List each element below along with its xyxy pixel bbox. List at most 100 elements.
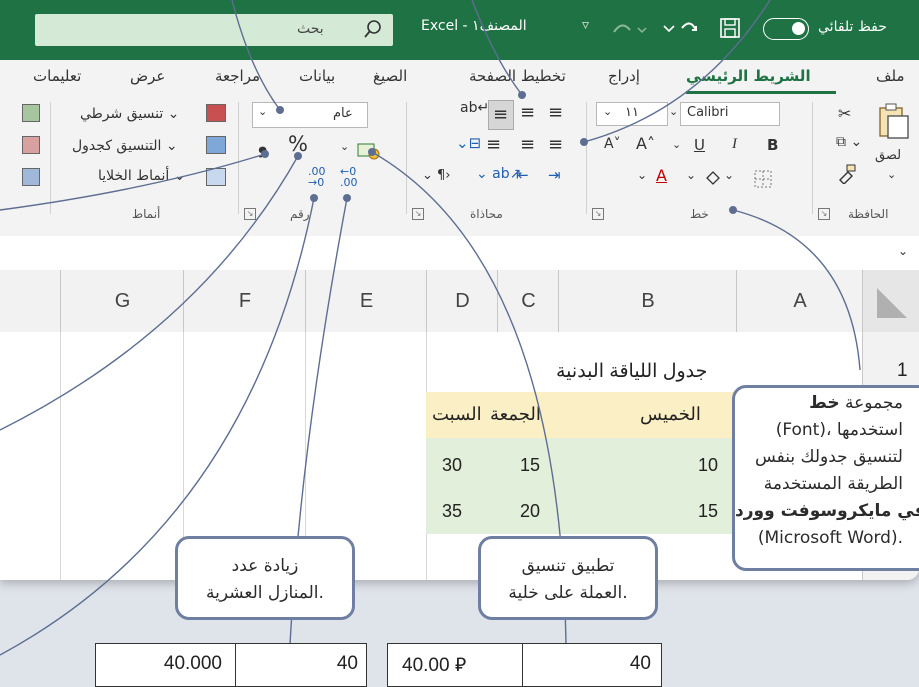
tab-help[interactable]: تعليمات (33, 67, 81, 85)
search-placeholder: بحث (297, 21, 324, 37)
chevron-down-icon[interactable]: ⌄ (724, 168, 734, 182)
save-icon[interactable] (718, 16, 742, 40)
column-header-f[interactable]: F (183, 270, 306, 332)
center-icon[interactable]: ≡ (520, 134, 535, 155)
callout-line: في مايكروسوفت وورد (735, 501, 919, 521)
format-painter-icon[interactable] (836, 162, 858, 184)
chevron-down-icon[interactable]: ⌄ (637, 168, 647, 182)
header-friday[interactable]: الجمعة (490, 404, 541, 425)
format-as-table-button[interactable]: التنسيق كجدول ⌄ (72, 138, 178, 154)
autosave-toggle[interactable] (763, 18, 809, 40)
paste-dropdown-icon[interactable]: ⌄ (887, 168, 896, 181)
tab-page-layout[interactable]: تخطيط الصفحة (469, 67, 566, 85)
font-launcher-icon[interactable]: ↘ (592, 208, 604, 220)
expand-formula-bar-icon[interactable]: ⌄ (898, 244, 908, 258)
merge-center-icon[interactable]: ⌄⊟ (456, 134, 481, 152)
font-size-box[interactable]: ١١ ⌄ (596, 102, 668, 126)
orientation-icon[interactable]: ⌄ ab↗ (476, 166, 521, 182)
underline-button[interactable]: U (694, 136, 705, 154)
callout-line: تطبيق تنسيق (521, 556, 615, 576)
cell-c4[interactable]: 20 (520, 501, 540, 522)
clipboard-group-label: الحافظة (848, 207, 889, 221)
column-header-g[interactable]: G (60, 270, 184, 332)
conditional-formatting-label: تنسيق شرطي (80, 106, 164, 122)
cell-value: 40 (336, 653, 358, 674)
delete-cells-icon[interactable] (22, 136, 40, 154)
alignment-launcher-icon[interactable]: ↘ (412, 208, 424, 220)
paste-icon[interactable] (876, 100, 912, 140)
decrease-font-size-icon[interactable]: A˅ (604, 136, 621, 152)
conditional-formatting-button[interactable]: تنسيق شرطي ⌄ (80, 106, 179, 122)
formula-bar[interactable]: ⌄ (0, 236, 919, 271)
callout-line: لتنسيق جدولك بنفس (754, 447, 903, 467)
underline-dropdown-icon[interactable]: ⌄ (672, 138, 681, 151)
callout-line: مجموعة خط (809, 393, 903, 413)
cell-d4[interactable]: 35 (442, 501, 462, 522)
search-box[interactable]: بحث (35, 14, 393, 46)
align-top-icon[interactable]: ≡ (548, 102, 563, 123)
increase-decimal-icon[interactable]: ←0.00 (340, 166, 358, 188)
tab-file[interactable]: ملف (876, 67, 905, 85)
align-right-icon[interactable]: ≡ (548, 134, 563, 155)
paste-label: لصق (875, 148, 902, 163)
percent-style-icon[interactable]: % (288, 132, 308, 156)
header-thursday[interactable]: الخميس (640, 404, 701, 425)
decrease-decimal-icon[interactable]: .00 →0 (308, 166, 326, 188)
align-middle-icon[interactable]: ≡ (520, 102, 535, 123)
number-launcher-icon[interactable]: ↘ (244, 208, 256, 220)
select-all-button[interactable] (862, 270, 919, 332)
tab-view[interactable]: عرض (130, 67, 165, 85)
cell-styles-button[interactable]: أنماط الخلايا ⌄ (98, 168, 185, 184)
italic-button[interactable]: I (732, 136, 737, 153)
cut-icon[interactable]: ✂ (838, 104, 851, 123)
clipboard-launcher-icon[interactable]: ↘ (818, 208, 830, 220)
cell-b3[interactable]: 10 (698, 455, 718, 476)
format-cells-icon[interactable] (22, 168, 40, 186)
font-color-icon[interactable]: A (656, 166, 667, 185)
borders-icon[interactable] (752, 168, 774, 190)
chevron-down-icon[interactable]: ⌄ (686, 168, 696, 182)
column-header-a[interactable]: A (736, 270, 863, 332)
format-as-table-icon (206, 136, 226, 154)
number-format-box[interactable]: عام ⌄ (252, 102, 368, 128)
redo-icon[interactable] (678, 16, 702, 40)
column-header-e[interactable]: E (305, 270, 427, 332)
row-header-1[interactable]: 1 (897, 360, 908, 382)
column-header-b[interactable]: B (558, 270, 737, 332)
increase-font-size-icon[interactable]: A˄ (636, 134, 655, 153)
sheet-title[interactable]: جدول اللياقة البدنية (556, 360, 707, 383)
align-bottom-button[interactable]: ≡ (488, 100, 514, 130)
currency-format-icon[interactable] (356, 140, 380, 160)
fill-color-icon[interactable] (702, 168, 724, 190)
tab-formulas[interactable]: الصيغ (373, 67, 407, 85)
autosave-label: حفظ تلقائي (818, 19, 887, 35)
currency-example-before: 40 (522, 643, 662, 687)
header-saturday[interactable]: السبت (432, 404, 482, 425)
tab-data[interactable]: بيانات (299, 67, 335, 85)
undo-icon[interactable] (608, 18, 652, 40)
cell-b4[interactable]: 15 (698, 501, 718, 522)
chevron-down-icon[interactable]: ⌄ (340, 140, 349, 153)
tab-insert[interactable]: إدراج (608, 67, 640, 85)
wrap-text-icon[interactable]: ab↵ (460, 100, 489, 116)
customize-qat-icon[interactable]: ▿ (582, 17, 589, 33)
bold-button[interactable]: B (767, 136, 778, 154)
cell-d3[interactable]: 30 (442, 455, 462, 476)
font-group-callout: مجموعة خط (Font)، استخدمها لتنسيق جدولك … (732, 385, 919, 571)
increase-indent-icon[interactable]: ⇥ (548, 166, 561, 184)
tab-home[interactable]: الشريط الرئيسي (686, 67, 811, 85)
currency-callout: تطبيق تنسيق العملة على خلية. (478, 536, 658, 620)
cell-value: 40 (629, 653, 651, 674)
comma-style-icon[interactable]: ❟ (258, 130, 267, 158)
currency-example-after: 40.00 ⃁ (387, 643, 524, 687)
text-direction-icon[interactable]: ⌄ ¶› (422, 168, 451, 183)
tab-review[interactable]: مراجعة (215, 67, 260, 85)
chevron-down-icon: ⌄ (669, 105, 679, 118)
font-name-box[interactable]: Calibri ⌄ (669, 102, 780, 126)
column-header-c[interactable]: C (497, 270, 559, 332)
copy-icon[interactable]: ⧉ ⌄ (836, 134, 862, 150)
align-left-icon[interactable]: ≡ (486, 134, 501, 155)
cell-c3[interactable]: 15 (520, 455, 540, 476)
column-header-d[interactable]: D (426, 270, 498, 332)
insert-cells-icon[interactable] (22, 104, 40, 122)
